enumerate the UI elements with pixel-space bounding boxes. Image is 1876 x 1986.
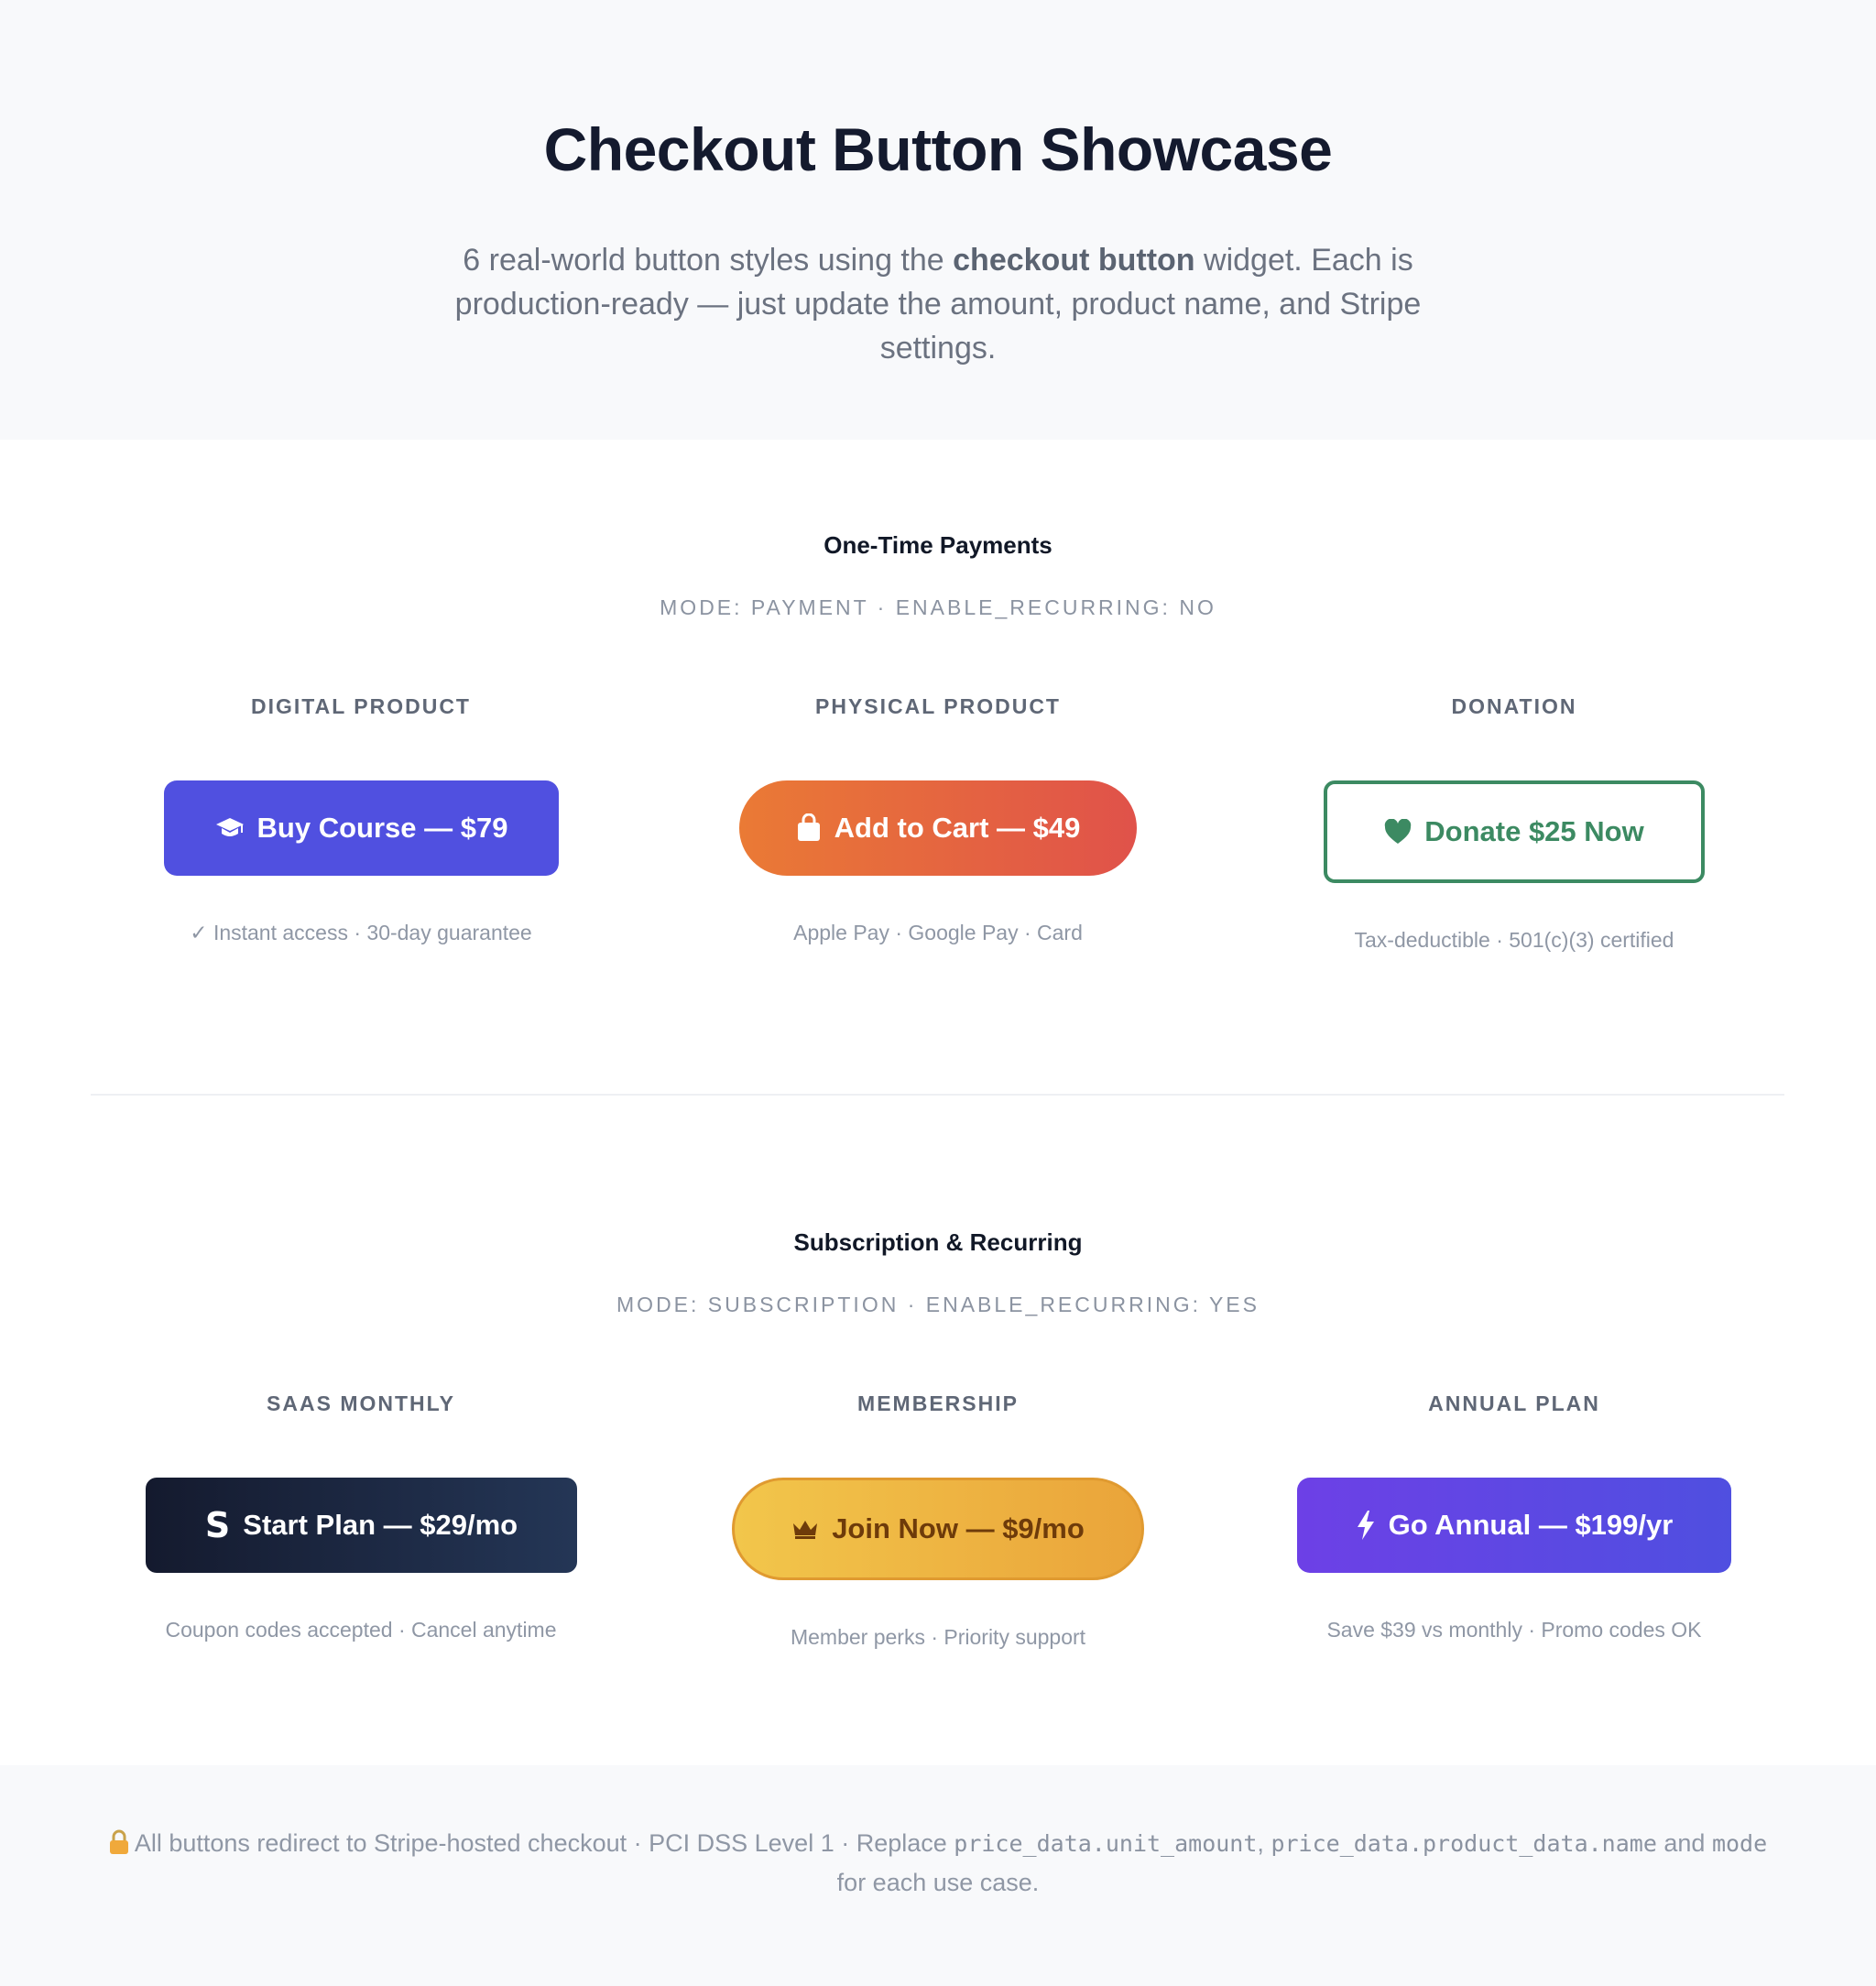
footer-code-mode: mode	[1711, 1830, 1768, 1857]
graduation-cap-icon	[215, 816, 245, 840]
note-annual-plan: Save $39 vs monthly · Promo codes OK	[1326, 1618, 1702, 1642]
add-to-cart-button[interactable]: Add to Cart — $49	[739, 780, 1137, 876]
buy-course-label: Buy Course — $79	[256, 812, 508, 844]
section-divider	[91, 1094, 1784, 1096]
note-membership: Member perks · Priority support	[790, 1625, 1086, 1649]
page-title: Checkout Button Showcase	[543, 115, 1333, 183]
add-to-cart-label: Add to Cart — $49	[834, 812, 1081, 844]
footer-code-unit-amount: price_data.unit_amount	[954, 1830, 1258, 1857]
footer-note: All buttons redirect to Stripe-hosted ch…	[0, 1765, 1876, 1986]
footer-code-product-name: price_data.product_data.name	[1271, 1830, 1657, 1857]
donate-button[interactable]: Donate $25 Now	[1324, 780, 1705, 883]
lock-icon	[109, 1829, 129, 1865]
footer-text-4: for each use case.	[836, 1869, 1040, 1896]
go-annual-button[interactable]: Go Annual — $199/yr	[1297, 1478, 1731, 1573]
hero-header: Checkout Button Showcase 6 real-world bu…	[0, 0, 1876, 440]
section-mode-one-time: MODE: PAYMENT · ENABLE_RECURRING: NO	[660, 595, 1216, 619]
shopping-bag-icon	[796, 813, 822, 843]
card-label-digital-product: DIGITAL PRODUCT	[251, 694, 471, 718]
card-label-physical-product: PHYSICAL PRODUCT	[815, 694, 1061, 718]
footer-text-1: All buttons redirect to Stripe-hosted ch…	[134, 1829, 954, 1857]
showcase-main: One-Time Payments MODE: PAYMENT · ENABLE…	[0, 440, 1876, 1765]
join-now-button[interactable]: Join Now — $9/mo	[732, 1478, 1144, 1580]
card-label-annual-plan: ANNUAL PLAN	[1428, 1391, 1600, 1415]
note-saas-monthly: Coupon codes accepted · Cancel anytime	[165, 1618, 557, 1642]
intro-text-start: 6 real-world button styles using the	[463, 243, 954, 278]
section-title-subscription: Subscription & Recurring	[793, 1228, 1083, 1256]
card-label-saas-monthly: SAAS MONTHLY	[267, 1391, 455, 1415]
crown-icon	[791, 1518, 819, 1540]
page-intro: 6 real-world button styles using the che…	[411, 238, 1465, 370]
lightning-bolt-icon	[1356, 1510, 1376, 1541]
buy-course-button[interactable]: Buy Course — $79	[164, 780, 559, 876]
stripe-s-icon: S	[204, 1505, 231, 1545]
section-title-one-time: One-Time Payments	[823, 531, 1053, 559]
donate-label: Donate $25 Now	[1424, 815, 1644, 847]
footer-text-3: and	[1656, 1829, 1712, 1857]
heart-icon	[1384, 819, 1412, 845]
note-digital-product: ✓ Instant access · 30-day guarantee	[190, 921, 532, 944]
card-label-donation: DONATION	[1451, 694, 1577, 718]
go-annual-label: Go Annual — $199/yr	[1388, 1509, 1674, 1541]
footer-text-2: ,	[1257, 1829, 1271, 1857]
start-plan-label: Start Plan — $29/mo	[243, 1509, 518, 1541]
section-mode-subscription: MODE: SUBSCRIPTION · ENABLE_RECURRING: Y…	[616, 1293, 1260, 1316]
start-plan-button[interactable]: S Start Plan — $29/mo	[146, 1478, 577, 1573]
note-physical-product: Apple Pay · Google Pay · Card	[793, 921, 1083, 944]
card-label-membership: MEMBERSHIP	[857, 1391, 1019, 1415]
intro-highlight: checkout button	[953, 243, 1195, 278]
join-now-label: Join Now — $9/mo	[832, 1512, 1085, 1544]
note-donation: Tax-deductible · 501(c)(3) certified	[1354, 928, 1674, 952]
